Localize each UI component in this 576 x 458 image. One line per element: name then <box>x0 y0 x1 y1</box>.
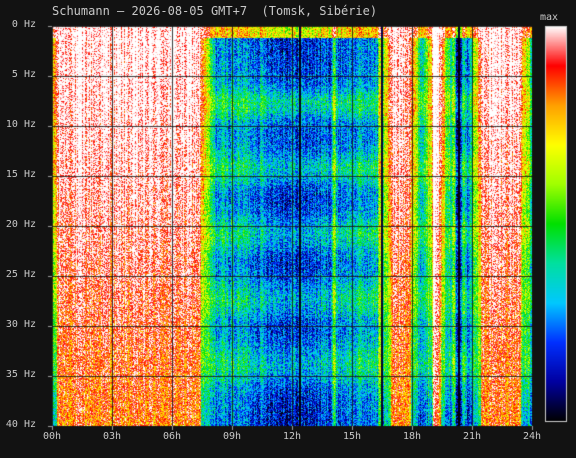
y-tick-label: 5 Hz <box>11 69 36 80</box>
y-tick-label: 0 Hz <box>11 19 36 30</box>
spectrogram-canvas <box>0 0 576 458</box>
y-tick-label: 40 Hz <box>5 419 36 430</box>
x-tick-label: 09h <box>222 431 242 442</box>
x-tick-label: 12h <box>282 431 302 442</box>
x-tick-label: 18h <box>402 431 422 442</box>
y-tick-label: 20 Hz <box>5 219 36 230</box>
x-tick-label: 24h <box>522 431 542 442</box>
y-tick-label: 10 Hz <box>5 119 36 130</box>
x-tick-label: 03h <box>102 431 122 442</box>
y-tick-label: 30 Hz <box>5 319 36 330</box>
y-tick-label: 15 Hz <box>5 169 36 180</box>
x-tick-label: 06h <box>162 431 182 442</box>
spectrogram-chart: Schumann — 2026-08-05 GMT+7 (Tomsk, Sibé… <box>0 0 576 458</box>
x-tick-label: 21h <box>462 431 482 442</box>
x-tick-label: 15h <box>342 431 362 442</box>
y-tick-label: 25 Hz <box>5 269 36 280</box>
chart-title: Schumann — 2026-08-05 GMT+7 (Tomsk, Sibé… <box>52 4 378 18</box>
colorbar-max-label: max <box>540 12 559 23</box>
x-tick-label: 00h <box>42 431 62 442</box>
y-tick-label: 35 Hz <box>5 369 36 380</box>
